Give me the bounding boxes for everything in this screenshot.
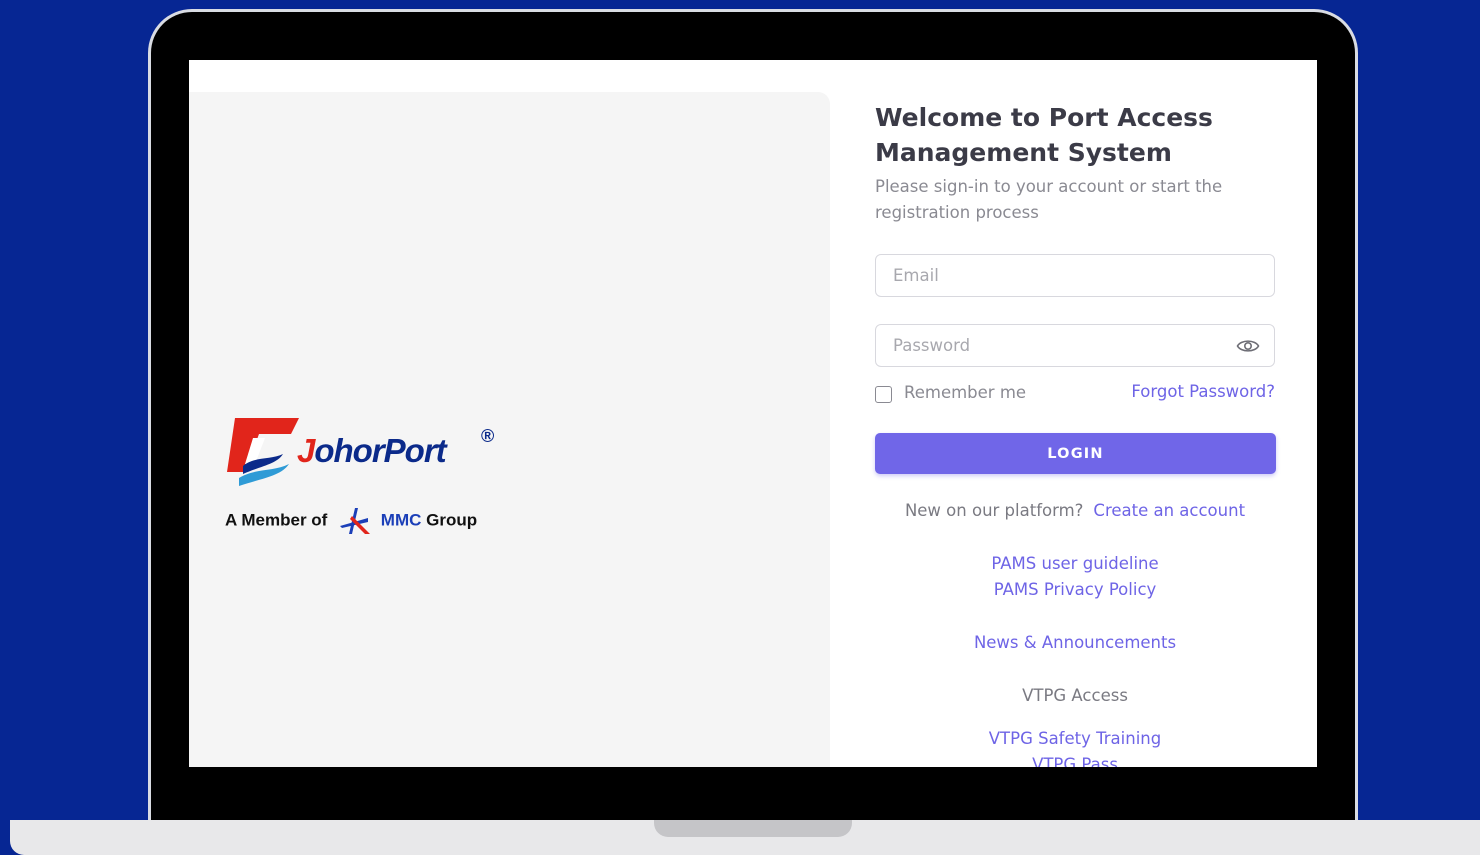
browser-screen: JohorPort ® A Member of MMC Group Welcom… <box>189 60 1317 767</box>
laptop-notch <box>654 820 852 837</box>
user-guideline-link[interactable]: PAMS user guideline <box>875 554 1275 573</box>
email-input[interactable] <box>876 255 1233 296</box>
member-of-line: A Member of MMC Group <box>225 506 477 536</box>
login-button[interactable]: LOGIN <box>875 433 1276 474</box>
page-title: Welcome to Port Access Management System <box>875 103 1213 167</box>
login-panel: Welcome to Port Access Management System… <box>875 60 1276 767</box>
logo-letter-j: J <box>297 432 315 469</box>
signup-row: New on our platform? Create an account <box>875 501 1275 520</box>
signup-prompt: New on our platform? <box>904 501 1084 520</box>
registered-mark: ® <box>481 426 495 446</box>
remember-row: Remember me Forgot Password? <box>875 382 1275 412</box>
password-field <box>875 324 1275 367</box>
mmc-name: MMC <box>380 510 422 530</box>
remember-label[interactable]: Remember me <box>904 383 1026 402</box>
mmc-logo-icon <box>340 508 371 534</box>
vtpg-access-heading: VTPG Access <box>1022 686 1128 705</box>
page-subtitle: Please sign-in to your account or start … <box>875 177 1223 222</box>
create-account-link[interactable]: Create an account <box>1093 501 1245 520</box>
privacy-policy-link[interactable]: PAMS Privacy Policy <box>875 580 1275 599</box>
johorport-logo: JohorPort ® A Member of MMC Group <box>225 414 515 534</box>
vtpg-safety-training-link[interactable]: VTPG Safety Training <box>875 729 1275 748</box>
news-announcements-link[interactable]: News & Announcements <box>875 633 1275 652</box>
logo-word-rest: ohorPort <box>314 432 446 469</box>
member-prefix: A Member of <box>225 510 328 530</box>
eye-icon[interactable] <box>1236 335 1260 357</box>
group-suffix: Group <box>426 510 478 530</box>
brand-panel: JohorPort ® A Member of MMC Group <box>189 92 830 767</box>
email-field <box>875 254 1275 297</box>
johorport-logo-mark-icon <box>227 418 299 486</box>
vtpg-pass-link[interactable]: VTPG Pass <box>875 755 1275 767</box>
johorport-wordmark: JohorPort <box>297 432 447 470</box>
remember-checkbox[interactable] <box>875 386 892 403</box>
password-input[interactable] <box>876 325 1233 366</box>
forgot-password-link[interactable]: Forgot Password? <box>1131 382 1275 401</box>
